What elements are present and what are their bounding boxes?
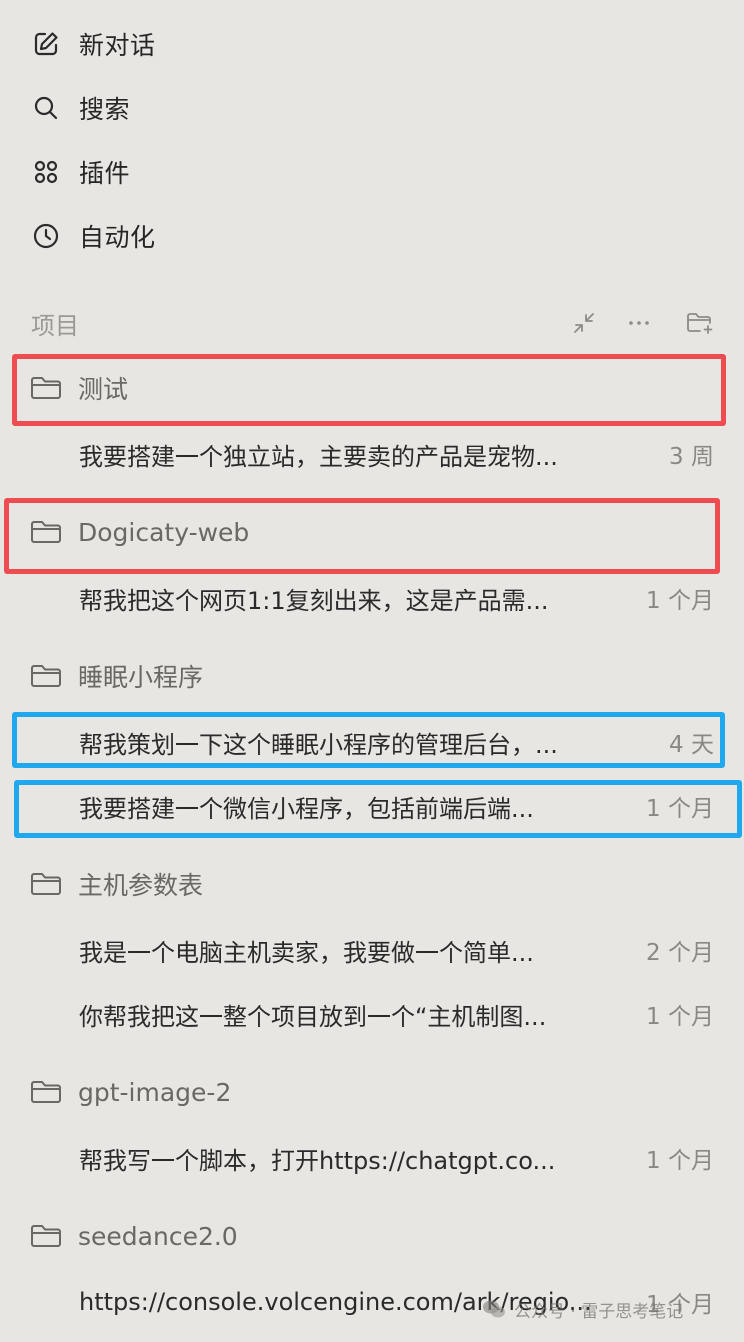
plugins-button[interactable]: 插件 [30, 148, 130, 196]
compose-icon [30, 28, 62, 60]
chat-item[interactable]: 帮我把这个网页1:1复刻出来，这是产品需... 1 个月 [79, 576, 714, 620]
folder-icon [30, 661, 64, 691]
chat-item[interactable]: 你帮我把这一整个项目放到一个“主机制图... 1 个月 [79, 992, 714, 1036]
automation-button[interactable]: 自动化 [30, 212, 156, 260]
chat-title: 帮我把这个网页1:1复刻出来，这是产品需... [79, 586, 549, 615]
collapse-all-button[interactable] [568, 306, 600, 340]
chat-title: 帮我写一个脚本，打开https://chatgpt.co... [79, 1146, 556, 1175]
new-chat-button[interactable]: 新对话 [30, 20, 156, 68]
chat-title: 我要搭建一个独立站，主要卖的产品是宠物... [79, 442, 558, 471]
project-name: gpt-image-2 [78, 1077, 232, 1107]
folder-icon [30, 373, 64, 403]
chat-time: 2 个月 [646, 940, 714, 966]
search-label: 搜索 [79, 95, 131, 124]
folder-icon [30, 1077, 64, 1107]
more-dots-icon [629, 321, 649, 325]
project-name: 睡眠小程序 [78, 663, 204, 692]
chat-item[interactable]: 帮我策划一下这个睡眠小程序的管理后台，... 4 天 [79, 720, 714, 764]
sidebar: 新对话 搜索 插件 自动化 项目 测试 我要搭建一个独立站，主要卖的产品是宠物.… [0, 0, 744, 1342]
new-chat-label: 新对话 [79, 31, 156, 60]
chat-title: 我要搭建一个微信小程序，包括前端后端... [79, 794, 534, 823]
watermark-text: 公众号 · 雷子思考笔记 [514, 1301, 684, 1322]
folder-icon [30, 517, 64, 547]
project-name: 测试 [78, 375, 129, 404]
chat-item[interactable]: 我是一个电脑主机卖家，我要做一个简单... 2 个月 [79, 928, 714, 972]
chat-title: 帮我策划一下这个睡眠小程序的管理后台，... [79, 730, 558, 759]
projects-section-title: 项目 [31, 312, 79, 340]
plugins-grid-icon [30, 156, 62, 188]
search-button[interactable]: 搜索 [30, 84, 130, 132]
project-folder-test[interactable]: 测试 [30, 366, 128, 410]
chat-time: 1 个月 [646, 796, 714, 822]
project-folder-seedance[interactable]: seedance2.0 [30, 1214, 238, 1258]
plugins-label: 插件 [79, 159, 131, 188]
chat-time: 1 个月 [646, 588, 714, 614]
project-name: 主机参数表 [78, 871, 204, 900]
search-icon [30, 92, 62, 124]
project-name: Dogicaty-web [78, 517, 250, 547]
chat-item[interactable]: 我要搭建一个独立站，主要卖的产品是宠物... 3 周 [79, 432, 714, 476]
watermark: 公众号 · 雷子思考笔记 [482, 1294, 683, 1324]
more-options-button[interactable] [623, 306, 655, 340]
chat-title: 你帮我把这一整个项目放到一个“主机制图... [79, 1002, 547, 1031]
project-folder-gpt-image-2[interactable]: gpt-image-2 [30, 1070, 231, 1114]
chat-time: 4 天 [669, 732, 714, 758]
wechat-logo-icon [483, 1300, 505, 1318]
folder-icon [30, 869, 64, 899]
clock-icon [30, 220, 62, 252]
new-project-button[interactable] [684, 306, 716, 340]
folder-icon [30, 1221, 64, 1251]
automation-label: 自动化 [79, 223, 156, 252]
project-folder-host-params[interactable]: 主机参数表 [30, 862, 203, 906]
chat-item[interactable]: 我要搭建一个微信小程序，包括前端后端... 1 个月 [79, 784, 714, 828]
project-folder-dogicaty-web[interactable]: Dogicaty-web [30, 510, 249, 554]
chat-title: 我是一个电脑主机卖家，我要做一个简单... [79, 938, 534, 967]
chat-time: 1 个月 [646, 1148, 714, 1174]
project-name: seedance2.0 [78, 1221, 238, 1251]
collapse-icon [574, 313, 594, 333]
chat-item[interactable]: 帮我写一个脚本，打开https://chatgpt.co... 1 个月 [79, 1136, 714, 1180]
folder-add-icon [687, 313, 713, 334]
project-folder-sleep-miniprogram[interactable]: 睡眠小程序 [30, 654, 203, 698]
chat-time: 1 个月 [646, 1004, 714, 1030]
chat-time: 3 周 [669, 444, 714, 470]
